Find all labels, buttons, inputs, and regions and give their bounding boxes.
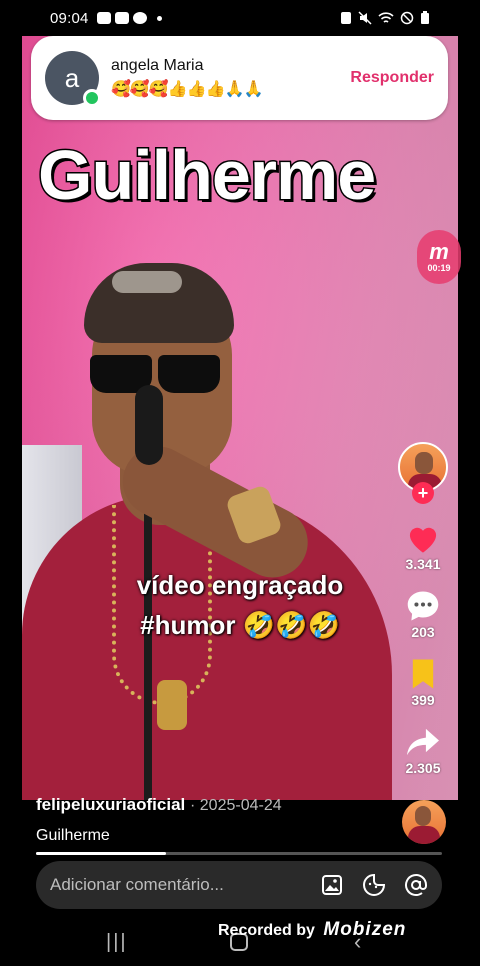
follow-button[interactable]: +: [412, 482, 434, 504]
video-progress-fill: [36, 852, 166, 855]
nfc-icon: [341, 12, 351, 24]
dollar-pendant: [157, 680, 187, 730]
bookmark-icon: [412, 659, 434, 689]
online-indicator: [83, 89, 101, 107]
youtube-status-icon: [114, 12, 129, 24]
share-count: 2.305: [405, 760, 441, 776]
image-icon[interactable]: [320, 873, 344, 897]
video-progress-bar[interactable]: [36, 852, 442, 855]
share-arrow-icon: [407, 728, 439, 756]
status-notification-icons: [96, 12, 162, 24]
mobizen-status-icon: [96, 12, 111, 24]
whatsapp-status-icon: [132, 12, 147, 24]
sticker-icon[interactable]: [362, 873, 386, 897]
comment-input-bar[interactable]: Adicionar comentário...: [36, 861, 442, 909]
save-button[interactable]: 399: [398, 658, 448, 708]
comment-count: 203: [411, 624, 435, 640]
mention-icon[interactable]: [404, 873, 428, 897]
heart-icon: [409, 527, 437, 553]
recorded-by-label: Recorded by: [218, 922, 315, 939]
mobizen-logo-icon: m: [429, 239, 449, 264]
system-nav-bar: ||| ‹ Recorded by Mobizen: [0, 915, 480, 966]
battery-icon: [421, 11, 429, 24]
more-notifications-dot: [156, 15, 162, 21]
like-count: 3.341: [405, 556, 441, 572]
notification-message: 🥰🥰🥰👍👍👍🙏🙏: [111, 81, 263, 98]
post-date: · 2025-04-24: [190, 797, 282, 814]
recorder-brand: Mobizen: [323, 919, 407, 940]
sound-disc-avatar[interactable]: [402, 800, 446, 844]
comment-tools: [320, 873, 428, 897]
comment-input[interactable]: Adicionar comentário...: [50, 875, 224, 895]
status-bar: 09:04: [0, 0, 480, 36]
person-hair-highlight: [112, 271, 182, 293]
recorder-watermark: Recorded by Mobizen: [218, 919, 406, 941]
mute-icon: [358, 11, 372, 25]
video-caption-line2: #humor 🤣🤣🤣: [140, 610, 340, 640]
recording-timer: 00:19: [427, 263, 451, 273]
status-system-icons: [340, 11, 430, 25]
comment-icon: [407, 591, 439, 621]
message-notification[interactable]: a angela Maria 🥰🥰🥰👍👍👍🙏🙏 Responder: [31, 36, 448, 120]
video-player[interactable]: Guilherme vídeo engraçado #humor 🤣🤣🤣: [22, 25, 458, 800]
microphone: [135, 385, 163, 465]
video-title-overlay: Guilherme: [36, 135, 377, 216]
comment-button[interactable]: 203: [398, 590, 448, 640]
sender-avatar-letter: a: [64, 62, 80, 93]
do-not-disturb-icon: [400, 11, 414, 25]
username-link[interactable]: felipeluxuriaoficial: [36, 795, 185, 814]
status-time: 09:04: [50, 9, 89, 27]
mobizen-floating-button[interactable]: m 00:19: [417, 230, 461, 284]
screen: Guilherme vídeo engraçado #humor 🤣🤣🤣 09:…: [0, 0, 480, 966]
video-caption-line1: vídeo engraçado: [136, 570, 344, 600]
save-count: 399: [411, 692, 435, 708]
wifi-icon: [378, 12, 394, 23]
reply-button[interactable]: Responder: [350, 69, 434, 87]
sender-name: angela Maria: [111, 57, 204, 74]
post-author-line: felipeluxuriaoficial · 2025-04-24: [36, 795, 282, 815]
share-button[interactable]: 2.305: [398, 726, 448, 776]
sender-avatar: a: [45, 51, 101, 107]
notification-body: angela Maria 🥰🥰🥰👍👍👍🙏🙏: [111, 57, 263, 99]
recent-apps-button[interactable]: |||: [106, 931, 128, 954]
post-description: Guilherme: [36, 827, 110, 844]
like-button[interactable]: 3.341: [398, 522, 448, 572]
